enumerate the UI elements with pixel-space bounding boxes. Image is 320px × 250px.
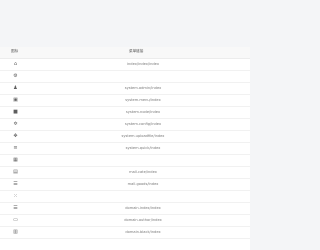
table-row[interactable]: ▣ system.menu/index [0, 95, 250, 107]
column-header-icon: 图标 [11, 49, 19, 53]
menu-link[interactable]: system.menu/index [93, 98, 193, 103]
table-row[interactable]: ⌂ index/index/index [0, 59, 250, 71]
list-icon: ☰ [13, 205, 18, 211]
table-row[interactable]: ☰ domain.index/index [0, 203, 250, 215]
config-icon: ✲ [13, 121, 18, 127]
table-icon: ▥ [13, 229, 18, 235]
menu-link[interactable]: system.quick/index [93, 146, 193, 151]
menu-link[interactable]: mall.goods/index [93, 182, 193, 187]
menu-table: 图标 菜单链接 ⌂ index/index/index ⚙ ♟ system.admin… [0, 47, 250, 250]
table-row[interactable]: ♟ system.admin/index [0, 83, 250, 95]
table-row[interactable]: ▭ domain.author/index [0, 215, 250, 227]
menu-icon: ▣ [13, 97, 18, 103]
menu-link[interactable]: system.admin/index [93, 86, 193, 91]
upload-icon: ✥ [13, 133, 18, 139]
menu-link[interactable]: mall.cate/index [93, 170, 193, 175]
card-icon: ▭ [13, 217, 18, 223]
table-row[interactable]: ⁙ [0, 191, 250, 203]
home-icon: ⌂ [13, 61, 18, 67]
table-row[interactable]: ■ system.node/index [0, 107, 250, 119]
menu-link[interactable]: system.node/index [93, 110, 193, 115]
table-row[interactable]: ▤ mall.cate/index [0, 167, 250, 179]
column-header-link: 菜单链接 [129, 49, 144, 53]
gear-icon: ⚙ [13, 73, 18, 79]
user-icon: ♟ [13, 85, 18, 91]
menu-link[interactable]: system.uploadfile/index [93, 134, 193, 139]
page: 图标 菜单链接 ⌂ index/index/index ⚙ ♟ system.admin… [0, 0, 250, 250]
menu-link[interactable]: system.config/index [93, 122, 193, 127]
table-row[interactable]: ✥ system.uploadfile/index [0, 131, 250, 143]
table-row[interactable]: ☰ mall.goods/index [0, 179, 250, 191]
table-row[interactable]: ✲ system.config/index [0, 119, 250, 131]
table-row[interactable]: ⚙ [0, 71, 250, 83]
table-header: 图标 菜单链接 [0, 47, 250, 59]
menu-link[interactable]: domain.index/index [93, 206, 193, 211]
menu-link[interactable]: domain.black/index [93, 230, 193, 235]
calendar-icon: ▤ [13, 169, 18, 175]
table-row[interactable]: ▦ [0, 155, 250, 167]
role-icon: ■ [13, 109, 18, 115]
table-row[interactable]: ≡ system.quick/index [0, 143, 250, 155]
apps-icon: ⁙ [13, 193, 18, 199]
menu-link[interactable]: domain.author/index [93, 218, 193, 223]
list-icon: ☰ [13, 181, 18, 187]
quick-icon: ≡ [13, 145, 18, 151]
grid-icon: ▦ [13, 157, 18, 163]
menu-link[interactable]: index/index/index [93, 62, 193, 67]
table-row[interactable]: ▥ domain.black/index [0, 227, 250, 239]
